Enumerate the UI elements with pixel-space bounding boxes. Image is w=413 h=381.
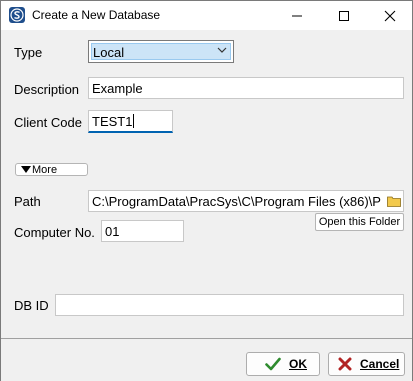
db-id-field[interactable] [55,294,404,316]
triangle-down-icon [21,166,31,173]
more-button-label: More [32,163,58,176]
computer-no-label: Computer No. [14,225,95,240]
description-field[interactable]: Example [88,77,404,99]
computer-no-field[interactable]: 01 [101,220,184,242]
description-value: Example [92,81,143,96]
ok-button[interactable]: OK [246,352,320,376]
minimize-icon [292,15,302,16]
minimize-button[interactable] [274,1,320,30]
path-label: Path [14,194,41,209]
client-code-field[interactable]: TEST1 [88,110,173,133]
dialog-window: Create a New Database Type Local Descrip… [0,0,413,381]
computer-no-value: 01 [105,224,120,239]
type-select-value: Local [93,45,125,60]
open-folder-button[interactable]: Open this Folder [315,213,404,231]
description-label: Description [14,82,80,97]
text-caret [133,114,135,128]
browse-folder-button[interactable] [385,192,403,210]
maximize-icon [339,10,349,21]
cancel-button-label: Cancel [360,357,400,371]
folder-icon [387,196,401,207]
client-code-label: Client Code [14,115,82,130]
path-value: C:\ProgramData\PracSys\C\Program Files (… [92,194,381,209]
ok-button-label: OK [289,357,307,371]
x-icon [338,357,352,371]
db-id-label: DB ID [14,298,49,313]
type-select[interactable]: Local [88,40,234,63]
button-bar: OK Cancel [1,338,412,381]
close-icon [384,10,396,21]
form-panel: Type Local Description Example Client Co… [1,30,412,332]
type-label: Type [14,45,43,60]
more-button[interactable]: More [15,163,88,176]
app-logo-icon [9,7,25,23]
checkmark-icon [265,357,281,371]
close-button[interactable] [367,1,413,30]
cancel-button[interactable]: Cancel [328,352,405,376]
maximize-button[interactable] [321,1,367,30]
client-code-value: TEST1 [92,114,133,129]
title-bar: Create a New Database [1,1,412,30]
path-field[interactable]: C:\ProgramData\PracSys\C\Program Files (… [88,190,404,212]
chevron-down-icon [217,47,227,53]
window-title: Create a New Database [32,8,161,22]
